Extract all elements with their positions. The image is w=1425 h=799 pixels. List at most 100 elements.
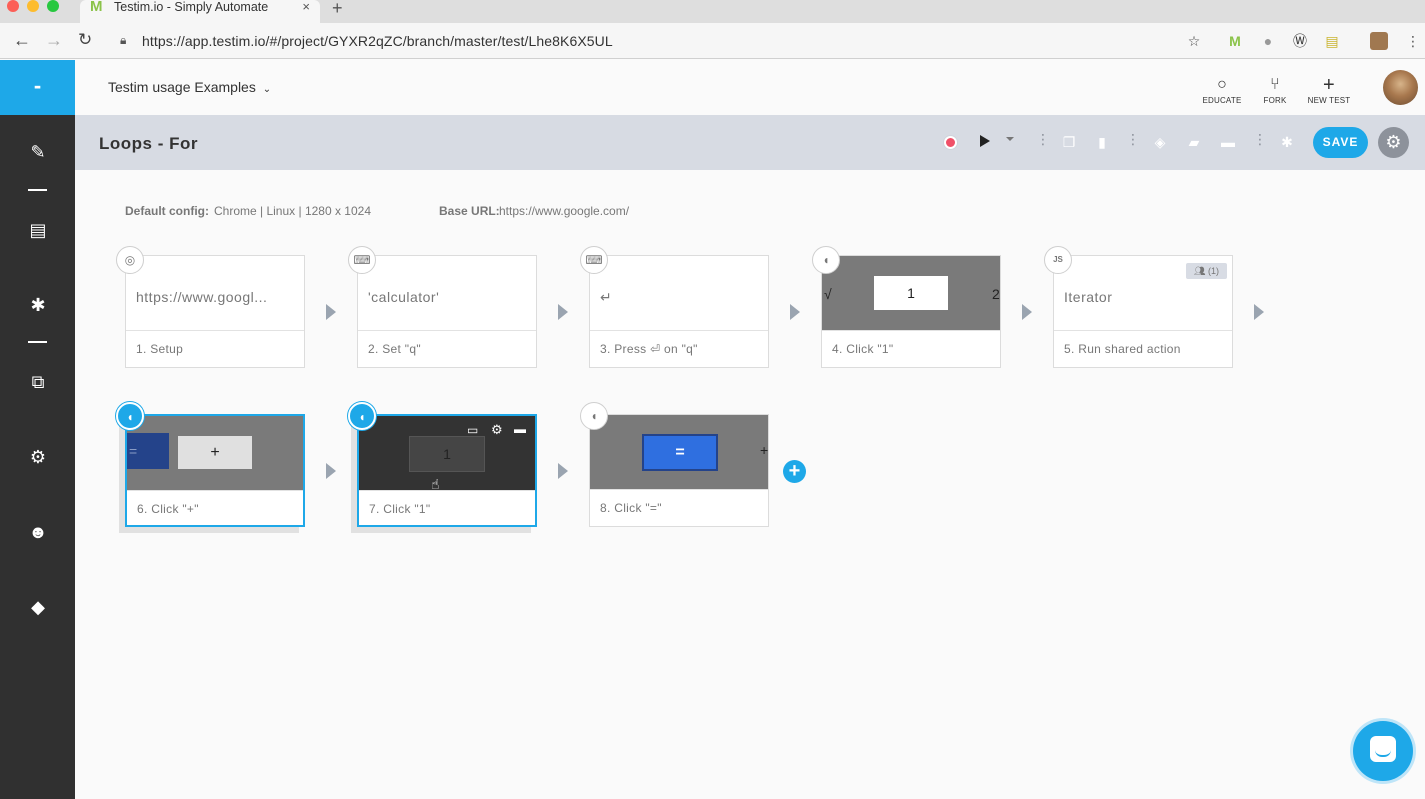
play-dropdown-icon[interactable] [1006, 137, 1014, 141]
sidebar: - ✎ ▤ ✱ ⧉ ⚙ ☻ ◆ [0, 60, 75, 799]
fork-icon: ⑂ [1270, 76, 1280, 93]
fork-label: FORK [1263, 96, 1287, 105]
test-runs-icon[interactable]: ⧉ [26, 370, 50, 394]
step-label: 8. Click "=" [600, 501, 662, 515]
add-step-button[interactable]: + [783, 460, 806, 483]
lightbulb-icon: ○ [1217, 76, 1227, 93]
avatar[interactable] [1383, 70, 1418, 105]
users-icon[interactable]: ☻ [26, 520, 50, 544]
paste-icon[interactable]: ▮ [1093, 133, 1111, 151]
step-thumbnail: √ 1 2 [822, 256, 1000, 331]
step-card-8[interactable]: = + 8. Click "=" [589, 414, 769, 527]
step-thumbnail-text: Iterator [1064, 289, 1113, 305]
test-title[interactable]: Loops - For [99, 134, 198, 154]
step-card-7[interactable]: 1 ▭ ⚙ ▬ ☝ 7. Click "1" [357, 414, 537, 527]
shared-step-badge[interactable]: 👥︎ (1) [1186, 263, 1227, 279]
educate-label: EDUCATE [1202, 96, 1242, 105]
chevron-down-icon: ⌄ [262, 84, 272, 95]
fork-button[interactable]: ⑂ FORK [1250, 76, 1300, 105]
step-gear-icon[interactable]: ⚙ [491, 422, 503, 438]
screen-icon[interactable]: ▭ [467, 423, 478, 437]
play-button[interactable] [980, 135, 990, 147]
base-url-value[interactable]: https://www.google.com/ [499, 204, 629, 218]
step-label: 3. Press ⏎ on "q" [600, 342, 698, 356]
bug-icon[interactable]: ✱ [26, 293, 50, 317]
step-card-2[interactable]: 'calculator' 2. Set "q" [357, 255, 537, 368]
mouse-icon: ◖ [812, 246, 840, 274]
step-thumbnail-text: https://www.googl... [136, 289, 268, 305]
step-thumbnail-text: ↵ [600, 289, 613, 305]
step-arrow [558, 463, 568, 479]
keyboard-icon: ⌨ [348, 246, 376, 274]
project-name: Testim usage Examples [108, 79, 256, 95]
close-window-button[interactable] [7, 0, 19, 12]
bug-report-icon[interactable]: ✱ [1278, 133, 1296, 151]
new-test-button[interactable]: + NEW TEST [1304, 74, 1354, 105]
step-thumbnail: https://www.googl... [126, 256, 304, 331]
minimize-window-button[interactable] [27, 0, 39, 12]
default-config-value[interactable]: Chrome | Linux | 1280 x 1024 [214, 204, 371, 218]
step-arrow [326, 304, 336, 320]
save-button[interactable]: SAVE [1313, 127, 1368, 158]
test-settings-gear-icon[interactable]: ⚙ [1378, 127, 1409, 158]
educate-button[interactable]: ○ EDUCATE [1197, 76, 1247, 105]
thumb-right-text: 2 [992, 286, 1000, 302]
keyboard-icon: ⌨ [580, 246, 608, 274]
list-extension-icon[interactable]: ▤ [1323, 32, 1341, 50]
profile-icon[interactable] [1370, 32, 1388, 50]
new-tab-button[interactable]: + [332, 0, 343, 19]
browser-menu-icon[interactable]: ⋮ [1404, 32, 1422, 50]
step-card-5[interactable]: Iterator 👥︎ (1) 5. Run shared action [1053, 255, 1233, 368]
step-card-3[interactable]: ↵ 3. Press ⏎ on "q" [589, 255, 769, 368]
project-selector[interactable]: Testim usage Examples ⌄ [108, 79, 271, 95]
toolbar-separator: ⋮ [1036, 131, 1050, 147]
maximize-window-button[interactable] [47, 0, 59, 12]
step-arrow [558, 304, 568, 320]
step-card-6[interactable]: = + 6. Click "+" [125, 414, 305, 527]
step-thumbnail-text: 'calculator' [368, 289, 440, 305]
step-label: 1. Setup [136, 342, 184, 356]
testim-logo[interactable]: - [0, 60, 75, 115]
pencil-icon[interactable]: ✎ [26, 140, 50, 164]
step-arrow [790, 304, 800, 320]
thumb-left-text: √ [824, 286, 832, 302]
circle-extension-icon[interactable]: ● [1259, 32, 1277, 50]
mask-icon[interactable]: ◆ [26, 595, 50, 619]
test-header: Loops - For ⋮ ❐ ▮ ⋮ ◈ ▰ ▬ ⋮ ✱ SAVE ⚙ [75, 115, 1425, 170]
back-icon[interactable]: ← [13, 30, 31, 51]
mouse-icon: ◖ [580, 402, 608, 430]
add-to-folder-icon[interactable]: ▰ [1185, 133, 1203, 151]
settings-icon[interactable]: ⚙ [26, 445, 50, 469]
toolbar-separator: ⋮ [1253, 131, 1267, 147]
step-trash-icon[interactable]: ▬ [514, 422, 526, 436]
reload-icon[interactable]: ↻ [78, 30, 92, 50]
default-config-label: Default config: [125, 204, 209, 218]
step-label: 5. Run shared action [1064, 342, 1181, 356]
step-thumbnail: = + [590, 415, 768, 490]
step-thumbnail: Iterator 👥︎ (1) [1054, 256, 1232, 331]
chat-widget-button[interactable] [1353, 721, 1413, 781]
testim-extension-icon[interactable]: M [1226, 32, 1244, 50]
browser-tab[interactable]: M Testim.io - Simply Automate × [80, 0, 320, 23]
base-url-label: Base URL: [439, 204, 500, 218]
step-thumbnail: 'calculator' [358, 256, 536, 331]
tab-close-icon[interactable]: × [302, 0, 310, 14]
sidebar-divider [28, 341, 47, 343]
testim-favicon-icon: M [90, 0, 103, 15]
step-card-4[interactable]: √ 1 2 4. Click "1" [821, 255, 1001, 368]
copy-icon[interactable]: ❐ [1060, 133, 1078, 151]
list-icon[interactable]: ▤ [26, 218, 50, 242]
lock-icon: 🔒︎ [120, 33, 127, 47]
step-card-1[interactable]: https://www.googl... 1. Setup [125, 255, 305, 368]
trash-icon[interactable]: ▬ [1219, 133, 1237, 151]
record-button[interactable] [944, 136, 957, 149]
forward-icon[interactable]: → [45, 30, 63, 51]
wordpress-extension-icon[interactable]: Ⓦ [1291, 32, 1309, 50]
thumb-right-text: + [760, 442, 768, 458]
tag-icon[interactable]: ◈ [1151, 133, 1169, 151]
plus-icon: + [1323, 74, 1335, 96]
url-field[interactable]: 🔒︎ https://app.testim.io/#/project/GYXR2… [120, 33, 613, 49]
step-arrow [1254, 304, 1264, 320]
calculator-key-1: 1 [874, 276, 948, 310]
bookmark-star-icon[interactable]: ☆ [1185, 32, 1203, 50]
